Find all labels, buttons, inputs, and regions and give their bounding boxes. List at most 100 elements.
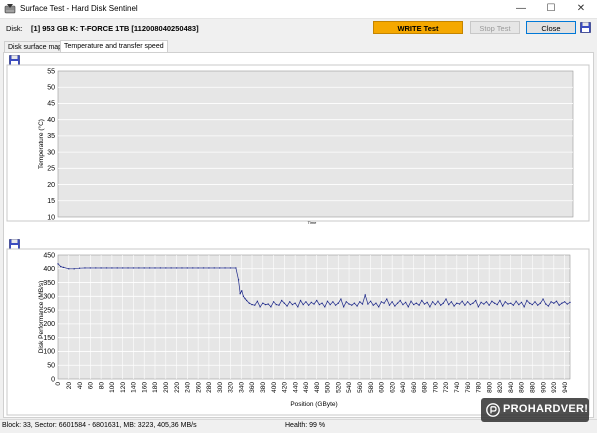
tab-content-panel: 10 15 20 25 30 35 40 45 50 55 Temperature (°C) Time… xyxy=(3,52,594,418)
series-point xyxy=(359,301,361,303)
series-point xyxy=(254,304,256,306)
series-point xyxy=(518,304,520,306)
series-point xyxy=(219,267,221,269)
window-close-button[interactable]: ✕ xyxy=(566,0,596,18)
series-point xyxy=(326,300,329,302)
series-point xyxy=(515,300,517,302)
series-point xyxy=(242,295,244,297)
x-tick-label: 60 xyxy=(88,382,95,390)
performance-chart: 0 50 100 150 200 250 300 350 400 450 Disk Performa… xyxy=(6,248,590,416)
series-point xyxy=(281,299,283,302)
x-tick-label: 360 xyxy=(249,382,256,393)
series-point xyxy=(453,305,455,307)
series-point xyxy=(378,306,380,308)
series-point xyxy=(62,266,64,268)
series-point xyxy=(105,267,108,269)
series-point xyxy=(334,304,337,306)
series-point xyxy=(396,302,399,304)
disk-selector[interactable]: [1] 953 GB K: T-FORCE 1TB [1120080402504… xyxy=(31,24,199,33)
series-point xyxy=(410,300,412,302)
x-tick-label: 500 xyxy=(325,382,332,393)
series-point xyxy=(502,305,504,307)
status-block-info: Block: 33, Sector: 6601584 - 6801631, MB… xyxy=(2,422,197,429)
series-point xyxy=(251,304,253,306)
series-point xyxy=(537,304,539,306)
temperature-chart-plot-area xyxy=(57,70,574,218)
x-tick-label: 120 xyxy=(120,382,127,393)
series-point xyxy=(297,306,299,308)
series-point xyxy=(351,304,353,306)
x-tick-label: 420 xyxy=(282,382,289,393)
x-tick-label: 240 xyxy=(185,382,192,393)
stop-test-button[interactable]: Stop Test xyxy=(470,21,520,34)
y-tick-label: 150 xyxy=(43,335,55,342)
series-point xyxy=(423,303,426,305)
minimize-button[interactable]: — xyxy=(506,0,536,18)
series-point xyxy=(235,267,237,269)
x-tick-label: 300 xyxy=(217,382,224,393)
x-tick-label: 920 xyxy=(551,382,558,393)
series-point xyxy=(434,304,436,306)
series-point xyxy=(555,300,558,302)
series-point xyxy=(340,298,342,300)
series-point xyxy=(429,306,431,308)
window-title: Surface Test - Hard Disk Sentinel xyxy=(20,4,138,13)
x-tick-label: 220 xyxy=(174,382,181,393)
series-point xyxy=(262,302,264,304)
series-point xyxy=(558,304,560,306)
x-tick-label: 340 xyxy=(238,382,245,393)
y-tick-label: 40 xyxy=(47,117,55,124)
series-point xyxy=(259,306,261,308)
x-tick-label: 440 xyxy=(292,382,299,393)
series-point xyxy=(496,304,498,306)
watermark-p-icon xyxy=(486,403,500,417)
series-point xyxy=(461,300,463,302)
floppy-save-icon[interactable] xyxy=(580,22,591,33)
series-point xyxy=(361,303,364,305)
series-point xyxy=(170,267,172,269)
x-tick-label: 780 xyxy=(476,382,483,393)
series-point xyxy=(343,306,345,308)
series-point xyxy=(523,306,525,308)
series-point xyxy=(448,304,450,306)
close-button[interactable]: Close xyxy=(526,21,576,34)
watermark-logo: PROHARDVER! xyxy=(481,398,589,422)
series-point xyxy=(369,300,372,302)
series-point xyxy=(531,304,533,306)
floppy-label xyxy=(11,61,18,65)
series-point xyxy=(237,279,240,281)
x-tick-label: 160 xyxy=(141,382,148,393)
series-point xyxy=(78,267,81,269)
y-tick-label: 30 xyxy=(47,149,55,156)
y-tick-label: 15 xyxy=(47,198,55,205)
series-point xyxy=(547,305,550,307)
x-tick-label: 100 xyxy=(109,382,116,393)
series-point xyxy=(356,305,358,307)
temperature-chart: 10 15 20 25 30 35 40 45 50 55 Temperature (°C) Time xyxy=(6,64,590,225)
series-point xyxy=(539,302,541,304)
series-point xyxy=(372,304,374,306)
x-tick-label: 280 xyxy=(206,382,213,393)
series-point xyxy=(241,290,243,292)
x-tick-label: 200 xyxy=(163,382,170,393)
series-point xyxy=(143,267,145,269)
y-axis-title: Disk Performance (MB/s) xyxy=(38,281,45,354)
x-tick-label: 520 xyxy=(335,382,342,393)
series-point xyxy=(329,304,331,306)
x-axis-title: Position (GByte) xyxy=(290,401,337,408)
series-point xyxy=(456,302,458,304)
maximize-button[interactable]: ☐ xyxy=(536,0,566,18)
series-point xyxy=(165,267,167,269)
series-point xyxy=(458,303,461,305)
series-point xyxy=(299,299,302,302)
y-tick-label: 25 xyxy=(47,166,55,173)
performance-save-icon[interactable] xyxy=(9,239,20,250)
temperature-save-icon[interactable] xyxy=(9,55,20,66)
floppy-shutter xyxy=(11,55,18,59)
write-test-button[interactable]: WRITE Test xyxy=(373,21,463,34)
series-point xyxy=(224,267,226,269)
series-point xyxy=(553,302,555,304)
series-point xyxy=(488,304,490,306)
series-point xyxy=(316,299,318,302)
series-point xyxy=(394,305,396,307)
